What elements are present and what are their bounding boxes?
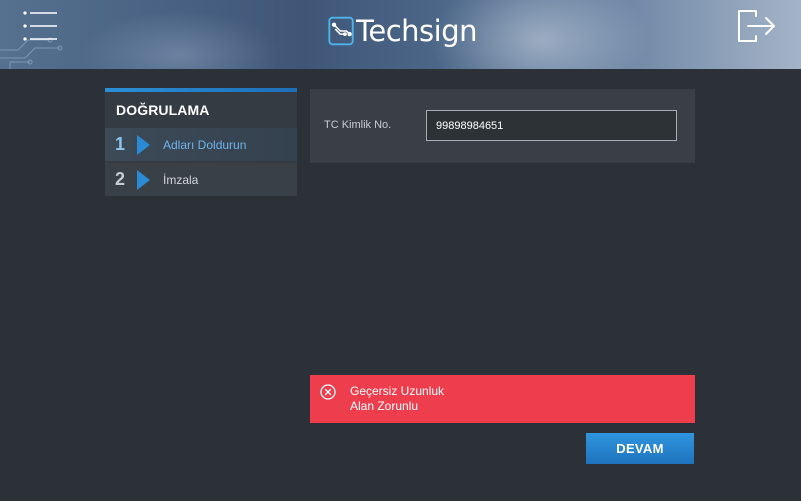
chevron-right-icon [137,169,150,190]
steps-title: DOĞRULAMA [116,102,210,118]
logout-button[interactable] [736,8,778,44]
logo-mark-icon [328,16,354,46]
step-number: 2 [114,169,125,189]
menu-icon [23,11,57,41]
error-invalid-length: Geçersiz Uzunluk [350,384,445,398]
step-fill-names[interactable]: 1 Adları Doldurun [105,128,297,161]
steps-accent-bar [105,88,297,92]
logo-text: Techsign [356,14,477,48]
step-sign[interactable]: 2 İmzala [105,163,297,196]
form-panel: TC Kimlik No. [310,89,695,163]
step-label: Adları Doldurun [163,137,247,152]
header-glow-left [80,10,280,69]
step-number: 1 [114,134,125,154]
chevron-right-icon [137,134,150,155]
app-header: Techsign [0,0,801,69]
continue-button[interactable]: DEVAM [586,433,694,464]
steps-panel: DOĞRULAMA 1 Adları Doldurun 2 İmzala [105,88,297,196]
tc-number-label: TC Kimlik No. [324,119,392,131]
error-circle-icon [320,384,336,400]
step-label: İmzala [163,172,199,187]
error-message-box: Geçersiz Uzunluk Alan Zorunlu [310,375,695,423]
error-lines: Geçersiz Uzunluk Alan Zorunlu [350,384,444,414]
error-field-required: Alan Zorunlu [350,399,419,413]
menu-button[interactable] [22,9,60,43]
tc-number-input[interactable] [426,110,677,141]
logout-icon [738,10,775,42]
techsign-logo: Techsign [327,9,477,53]
